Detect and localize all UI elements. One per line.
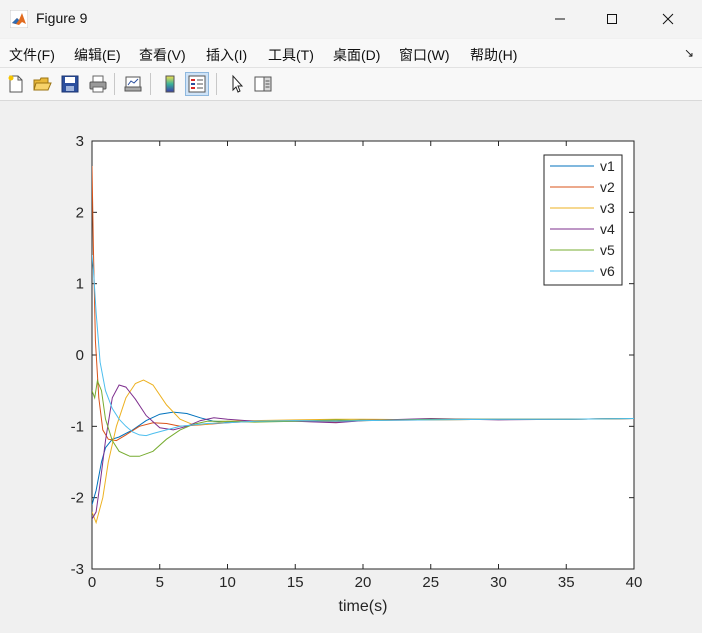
- figure-window: Figure 9 文件(F) 编辑(E) 查看(V) 插入(I) 工具(T) 桌…: [0, 0, 702, 628]
- menu-help[interactable]: 帮助(H): [470, 45, 517, 65]
- figure-canvas[interactable]: 0 5 10 15 20 25 30 35 40 -3 -2 -1 0 1 2 3 time(s) v1 v2 v3 v…: [0, 101, 702, 628]
- toolbar-separator: [150, 73, 151, 95]
- menu-insert[interactable]: 插入(I): [206, 45, 247, 65]
- y-tick-label: 1: [76, 276, 84, 293]
- save-button[interactable]: [58, 72, 82, 96]
- title-bar[interactable]: Figure 9: [0, 0, 702, 38]
- menu-dock-arrow-icon[interactable]: ↘: [684, 46, 694, 60]
- legend-icon: [188, 75, 206, 93]
- close-icon: [662, 13, 674, 25]
- link-plot-icon: [124, 76, 142, 92]
- menu-view[interactable]: 查看(V): [139, 45, 186, 65]
- matlab-logo-icon: [10, 10, 28, 28]
- x-tick-label: 30: [490, 574, 507, 591]
- save-icon: [61, 75, 79, 93]
- link-plot-button[interactable]: [121, 72, 145, 96]
- menu-desktop[interactable]: 桌面(D): [333, 45, 380, 65]
- colorbar-button[interactable]: [158, 72, 182, 96]
- minimize-button[interactable]: [537, 0, 583, 38]
- y-tick-label: -2: [71, 490, 84, 507]
- menu-file[interactable]: 文件(F): [9, 45, 55, 65]
- x-tick-label: 40: [626, 574, 643, 591]
- property-inspector-icon: [254, 76, 272, 92]
- menu-window[interactable]: 窗口(W): [399, 45, 450, 65]
- menu-bar: 文件(F) 编辑(E) 查看(V) 插入(I) 工具(T) 桌面(D) 窗口(W…: [0, 39, 702, 68]
- pointer-button[interactable]: [225, 72, 249, 96]
- y-tick-label: 2: [76, 204, 84, 221]
- legend-label-v1: v1: [600, 158, 615, 174]
- print-button[interactable]: [86, 72, 110, 96]
- print-icon: [89, 75, 107, 93]
- x-tick-label: 25: [422, 574, 439, 591]
- x-tick-label: 10: [219, 574, 236, 591]
- toolbar-separator: [216, 73, 217, 95]
- legend-button[interactable]: [185, 72, 209, 96]
- x-axis-label: time(s): [339, 598, 388, 615]
- x-tick-label: 5: [156, 574, 164, 591]
- y-tick-label: 3: [76, 133, 84, 150]
- open-file-icon: [33, 77, 52, 91]
- legend-label-v2: v2: [600, 179, 615, 195]
- x-tick-label: 0: [88, 574, 96, 591]
- legend-label-v4: v4: [600, 221, 615, 237]
- maximize-button[interactable]: [589, 0, 635, 38]
- new-figure-icon: [8, 75, 23, 93]
- menu-tools[interactable]: 工具(T): [268, 45, 314, 65]
- x-tick-label: 15: [287, 574, 304, 591]
- menu-edit[interactable]: 编辑(E): [74, 45, 121, 65]
- minimize-icon: [555, 18, 565, 20]
- new-figure-button[interactable]: [4, 72, 28, 96]
- legend-label-v3: v3: [600, 200, 615, 216]
- legend-label-v5: v5: [600, 242, 615, 258]
- maximize-icon: [607, 14, 617, 24]
- x-tick-label: 20: [355, 574, 372, 591]
- y-tick-label: -1: [71, 418, 84, 435]
- legend-label-v6: v6: [600, 263, 615, 279]
- toolbar: [0, 68, 702, 101]
- property-inspector-button[interactable]: [251, 72, 275, 96]
- colorbar-icon: [165, 75, 175, 93]
- pointer-icon: [232, 74, 244, 93]
- close-button[interactable]: [645, 0, 691, 38]
- x-tick-label: 35: [558, 574, 575, 591]
- open-file-button[interactable]: [30, 72, 54, 96]
- plot-svg[interactable]: 0 5 10 15 20 25 30 35 40 -3 -2 -1 0 1 2 3 time(s) v1 v2 v3 v…: [0, 101, 702, 628]
- y-tick-label: -3: [71, 561, 84, 578]
- toolbar-separator: [114, 73, 115, 95]
- window-title: Figure 9: [36, 10, 88, 26]
- y-tick-label: 0: [76, 347, 84, 364]
